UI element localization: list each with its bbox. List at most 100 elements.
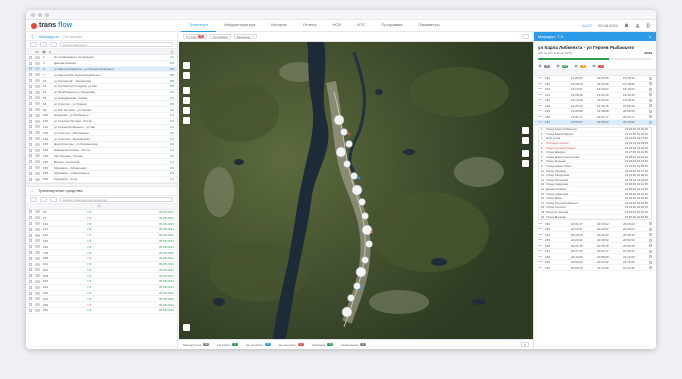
vehicle-marker[interactable] (340, 128, 348, 136)
vehicle-marker[interactable] (341, 306, 353, 318)
row-checkbox[interactable] (29, 177, 32, 181)
row-checkbox[interactable] (29, 113, 32, 117)
vehicle-marker[interactable] (333, 114, 345, 126)
layers-select[interactable]: Звездные (233, 34, 258, 39)
legend-item[interactable]: Активные 15 (312, 343, 334, 347)
window-dot-icon[interactable] (31, 12, 35, 17)
status-tab[interactable]: 3 (574, 64, 587, 68)
status-tab[interactable]: 1 (592, 64, 605, 68)
vehicle-marker[interactable] (361, 224, 373, 236)
trip-radio[interactable] (649, 109, 652, 113)
all-vehicles-filter[interactable]: ТС карт 76 (183, 34, 207, 39)
row-checkbox[interactable] (29, 67, 32, 71)
vehicle-marker[interactable] (335, 146, 347, 158)
row-checkbox[interactable] (29, 73, 32, 77)
row-checkbox[interactable] (29, 79, 32, 83)
vehicle-marker[interactable] (345, 140, 353, 148)
logout-icon[interactable] (646, 23, 651, 28)
close-icon[interactable] (648, 35, 652, 39)
row-checkbox[interactable] (29, 245, 32, 249)
trip-radio[interactable] (649, 249, 652, 253)
trip-row[interactable]: ⟶ 151 19:50:27 20:05:02 20:19:02 (534, 120, 656, 126)
vehicle-marker[interactable] (343, 160, 351, 168)
zoom-out-button[interactable] (183, 72, 190, 79)
row-checkbox[interactable] (29, 108, 32, 112)
row-checkbox[interactable] (29, 137, 32, 141)
user-icon[interactable] (635, 23, 640, 28)
menu-item-7[interactable]: Параметры (410, 19, 447, 32)
trip-radio[interactable] (649, 244, 652, 248)
right-map-tool-button[interactable] (522, 150, 529, 157)
map-tool-button[interactable] (183, 87, 190, 94)
row-checkbox[interactable] (29, 160, 32, 164)
trip-radio[interactable] (649, 93, 652, 97)
trip-radio[interactable] (649, 227, 652, 231)
fullscreen-button[interactable] (183, 324, 190, 331)
filter-button[interactable] (30, 42, 37, 47)
vehicle-marker[interactable] (355, 266, 367, 278)
row-checkbox[interactable] (29, 84, 32, 88)
bell-icon[interactable] (624, 23, 629, 28)
trip-radio[interactable] (649, 115, 652, 119)
row-checkbox[interactable] (29, 131, 32, 135)
row-checkbox[interactable] (29, 119, 32, 123)
expand-button[interactable] (522, 34, 529, 39)
stops-filter[interactable]: Остановки (209, 34, 231, 39)
menu-item-3[interactable]: Отчеты (295, 19, 325, 32)
row-checkbox[interactable] (29, 291, 32, 295)
trip-radio[interactable] (649, 87, 652, 91)
row-checkbox[interactable] (29, 125, 32, 129)
legend-item[interactable]: На рейсе 8 (217, 343, 239, 347)
row-checkbox[interactable] (29, 148, 32, 152)
status-tab[interactable]: 18 (538, 64, 550, 68)
trip-radio[interactable] (649, 255, 652, 259)
row-checkbox[interactable] (29, 251, 32, 254)
stop-row[interactable]: 20 Улица Бредова 19:46:00 19:50:55 (539, 215, 651, 220)
menu-item-4[interactable]: НСИ (325, 19, 350, 32)
sort-button[interactable] (50, 196, 57, 202)
row-checkbox[interactable] (29, 154, 32, 158)
select-all-button[interactable] (40, 42, 47, 47)
trip-radio[interactable] (649, 120, 652, 124)
trip-radio[interactable] (649, 76, 652, 80)
vehicle-marker[interactable] (353, 282, 361, 290)
trip-radio[interactable] (649, 82, 652, 86)
row-checkbox[interactable] (29, 61, 32, 65)
menu-item-5[interactable]: ИТС (349, 19, 373, 32)
trip-radio[interactable] (649, 238, 652, 242)
right-map-tool-button[interactable] (522, 160, 529, 167)
row-checkbox[interactable] (29, 166, 32, 170)
vehicle-marker[interactable] (358, 198, 366, 206)
row-checkbox[interactable] (29, 297, 32, 301)
window-dot-icon[interactable] (38, 12, 42, 17)
row-checkbox[interactable] (29, 239, 32, 243)
vehicle-marker[interactable] (361, 256, 369, 264)
route-search-input[interactable]: Номер маршрута (60, 42, 173, 47)
row-checkbox[interactable] (29, 142, 32, 146)
legend-item[interactable]: Не на связи 8 (246, 343, 271, 347)
sort-button[interactable] (50, 42, 57, 47)
row-checkbox[interactable] (29, 102, 32, 106)
vehicle-marker[interactable] (361, 212, 369, 220)
window-dot-icon[interactable] (45, 12, 49, 17)
row-checkbox[interactable] (29, 210, 32, 214)
trip-radio[interactable] (649, 104, 652, 108)
map-tool-button[interactable] (183, 117, 190, 124)
row-checkbox[interactable] (29, 55, 32, 59)
zoom-in-button[interactable] (183, 62, 190, 69)
legend-item[interactable]: Неактивные 8 (341, 343, 367, 347)
vehicle-row[interactable]: 251 7-6 05.08.2021 (26, 308, 177, 314)
row-checkbox[interactable] (29, 262, 32, 266)
row-checkbox[interactable] (29, 96, 32, 100)
right-map-tool-button[interactable] (522, 127, 529, 134)
vehicle-marker[interactable] (351, 184, 363, 196)
vehicle-marker[interactable] (350, 172, 358, 180)
row-checkbox[interactable] (29, 303, 32, 307)
legend-item[interactable]: Не на рейсе 3 (279, 343, 304, 347)
vehicle-search-input[interactable]: Номер транспортного средства (60, 196, 173, 202)
menu-item-6[interactable]: Программа (373, 19, 410, 32)
map-view[interactable]: ТС карт 76 Остановки Звездные Маршрутные 1… (179, 32, 533, 349)
row-checkbox[interactable] (29, 171, 32, 175)
zoom-level[interactable]: 2 (521, 342, 529, 347)
row-checkbox[interactable] (29, 222, 32, 226)
